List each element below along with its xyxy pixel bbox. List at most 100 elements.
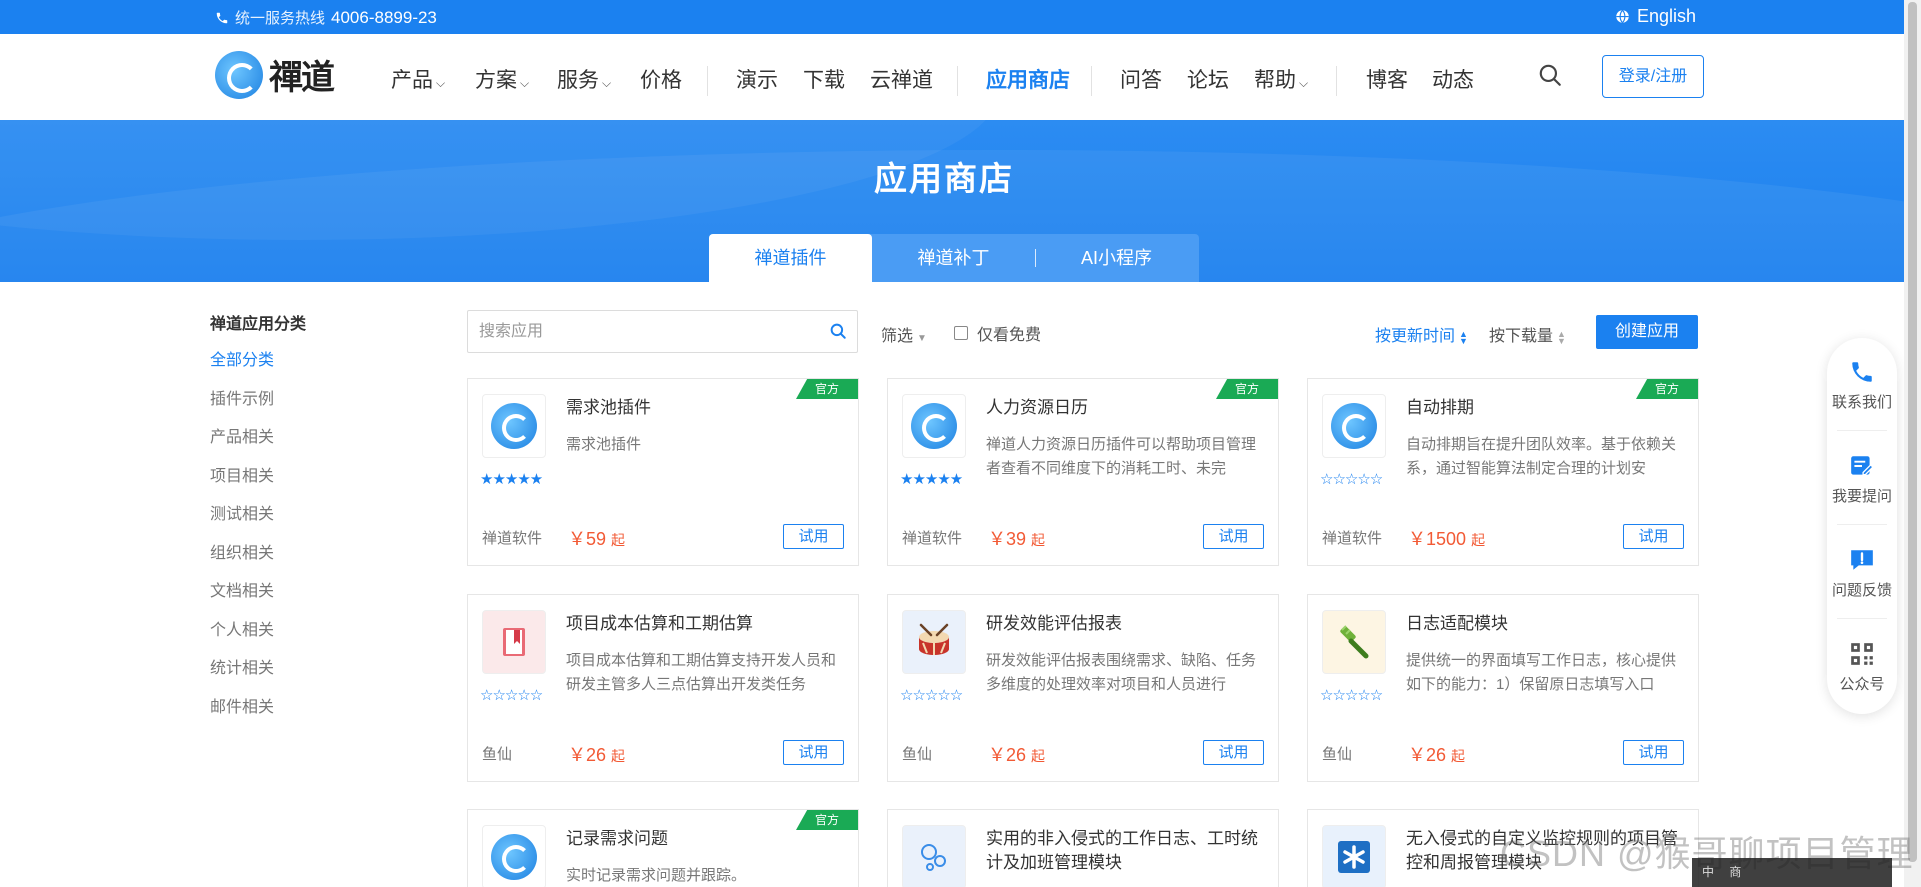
chevron-down-icon: ⌵: [1299, 76, 1309, 90]
nav-item-forum[interactable]: 论坛: [1187, 64, 1229, 94]
app-card[interactable]: ☆☆☆☆☆ 项目成本估算和工期估算 项目成本估算和工期估算支持开发人员和研发主管…: [467, 594, 859, 782]
caret-down-icon: ▼: [917, 333, 927, 344]
app-name[interactable]: 研发效能评估报表: [986, 612, 1266, 636]
try-button[interactable]: 试用: [1623, 740, 1684, 765]
app-author: 禅道软件: [1322, 530, 1383, 547]
app-icon: [902, 394, 966, 458]
app-name[interactable]: 实用的非入侵式的工作日志、工时统计及加班管理模块: [986, 827, 1266, 875]
sidebar-item-test[interactable]: 测试相关: [210, 505, 390, 544]
sort-by-downloads[interactable]: 按下载量 ▲ ▼: [1489, 322, 1567, 346]
app-name[interactable]: 人力资源日历: [986, 396, 1266, 420]
app-name[interactable]: 项目成本估算和工期估算: [566, 612, 846, 636]
ask-question-label: 我要提问: [1831, 488, 1892, 505]
app-description: 研发效能评估报表围绕需求、缺陷、任务多维度的处理效率对项目和人员进行: [986, 652, 1257, 693]
app-card[interactable]: ☆☆☆☆☆ 日志适配模块 提供统一的界面填写工作日志，核心提供如下的能力：1）保…: [1307, 594, 1699, 782]
app-card[interactable]: 官方 记录需求问题 实时记录需求问题并跟踪。: [467, 809, 859, 887]
page-scrollbar[interactable]: [1904, 0, 1921, 887]
asterisk-icon: [1338, 841, 1370, 873]
ime-toolbar[interactable]: 中 商: [1692, 858, 1892, 887]
contact-us-button[interactable]: 联系我们: [1827, 358, 1897, 412]
chevron-down-icon: ⌵: [520, 76, 530, 90]
login-register-button[interactable]: 登录/注册: [1602, 55, 1704, 98]
search-icon: [1539, 64, 1561, 86]
rating-stars: ★★★★★: [480, 471, 543, 488]
logo-text: 禪道: [269, 58, 335, 98]
tab-ai-apps[interactable]: AI小程序: [1035, 234, 1198, 282]
app-search-box: [467, 310, 858, 353]
sidebar-title: 禅道应用分类: [210, 316, 307, 333]
try-button[interactable]: 试用: [1623, 524, 1684, 549]
try-button[interactable]: 试用: [783, 524, 844, 549]
scrollbar-thumb[interactable]: [1908, 2, 1917, 862]
sidebar-item-product[interactable]: 产品相关: [210, 428, 390, 467]
app-description: 项目成本估算和工期估算支持开发人员和研发主管多人三点估算出开发类任务: [566, 652, 837, 693]
rating-stars: ☆☆☆☆☆: [480, 687, 543, 704]
nav-item-services[interactable]: 服务 ⌵: [557, 64, 611, 94]
sidebar-item-examples[interactable]: 插件示例: [210, 390, 390, 429]
nav-item-products[interactable]: 产品 ⌵: [391, 64, 445, 94]
app-author: 鱼仙: [1322, 746, 1353, 763]
app-card[interactable]: 官方 ★★★★★ 需求池插件 需求池插件 禅道软件 ￥59 起 试用: [467, 378, 859, 566]
app-card[interactable]: 实用的非入侵式的工作日志、工时统计及加班管理模块: [887, 809, 1279, 887]
app-icon: [1322, 610, 1386, 674]
nav-item-blog[interactable]: 博客: [1366, 64, 1408, 94]
search-icon[interactable]: [829, 322, 847, 345]
nav-item-qa[interactable]: 问答: [1120, 64, 1162, 94]
ask-question-button[interactable]: 我要提问: [1827, 452, 1897, 506]
free-only-toggle[interactable]: 仅看免费: [954, 321, 1041, 345]
app-card[interactable]: 官方 ☆☆☆☆☆ 自动排期 自动排期旨在提升团队效率。基于依赖关系，通过智能算法…: [1307, 378, 1699, 566]
hero-banner: 应用商店 禅道插件 禅道补丁 AI小程序: [0, 120, 1904, 282]
official-account-button[interactable]: 公众号: [1827, 640, 1897, 694]
app-name[interactable]: 记录需求问题: [566, 827, 846, 851]
nav-item-cloud[interactable]: 云禅道: [870, 64, 933, 94]
hotline-number[interactable]: 4006-8899-23: [331, 8, 437, 28]
tab-divider: [1035, 249, 1036, 267]
search-button[interactable]: [1537, 62, 1567, 92]
tab-patches[interactable]: 禅道补丁: [872, 234, 1035, 282]
phone-icon: [216, 12, 228, 23]
sidebar-item-mail[interactable]: 邮件相关: [210, 698, 390, 737]
app-author: 禅道软件: [482, 530, 543, 547]
chevron-down-icon: ⌵: [602, 76, 612, 90]
filter-dropdown[interactable]: 筛选 ▼: [881, 322, 927, 346]
language-switch[interactable]: English: [1615, 6, 1696, 27]
tab-plugins[interactable]: 禅道插件: [709, 234, 872, 282]
razor-icon: [1340, 625, 1369, 659]
feedback-button[interactable]: 问题反馈: [1827, 546, 1897, 600]
app-icon: [482, 610, 546, 674]
zentao-swirl-icon: [491, 834, 537, 880]
app-card[interactable]: 官方 ★★★★★ 人力资源日历 禅道人力资源日历插件可以帮助项目管理者查看不同维…: [887, 378, 1279, 566]
sidebar-item-personal[interactable]: 个人相关: [210, 621, 390, 660]
free-only-checkbox[interactable]: [954, 326, 968, 340]
sidebar-item-all[interactable]: 全部分类: [210, 351, 390, 390]
sidebar-item-organization[interactable]: 组织相关: [210, 544, 390, 583]
globe-icon: [1616, 9, 1629, 24]
zentao-logo[interactable]: 禪道: [215, 50, 335, 99]
nav-item-pricing[interactable]: 价格: [640, 64, 682, 94]
nav-item-demo[interactable]: 演示: [736, 64, 778, 94]
panel-divider: [1837, 524, 1887, 525]
nav-item-download[interactable]: 下载: [803, 64, 845, 94]
app-name[interactable]: 自动排期: [1406, 396, 1686, 420]
language-label: English: [1637, 6, 1697, 26]
nav-item-solutions[interactable]: 方案 ⌵: [475, 64, 529, 94]
create-app-button[interactable]: 创建应用: [1596, 315, 1698, 349]
try-button[interactable]: 试用: [783, 740, 844, 765]
sidebar-item-statistics[interactable]: 统计相关: [210, 659, 390, 698]
nav-item-app-store[interactable]: 应用商店: [986, 64, 1070, 94]
app-icon: [482, 394, 546, 458]
nav-item-help[interactable]: 帮助 ⌵: [1254, 64, 1308, 94]
rating-stars: ☆☆☆☆☆: [1320, 687, 1383, 704]
sort-by-update-time[interactable]: 按更新时间 ▲ ▼: [1375, 322, 1469, 346]
nav-item-news[interactable]: 动态: [1432, 64, 1474, 94]
app-card[interactable]: ☆☆☆☆☆ 研发效能评估报表 研发效能评估报表围绕需求、缺陷、任务多维度的处理效…: [887, 594, 1279, 782]
sidebar-item-project[interactable]: 项目相关: [210, 467, 390, 506]
nav-divider: [957, 66, 958, 96]
sidebar-item-document[interactable]: 文档相关: [210, 582, 390, 621]
try-button[interactable]: 试用: [1203, 524, 1264, 549]
app-name[interactable]: 需求池插件: [566, 396, 846, 420]
app-name[interactable]: 日志适配模块: [1406, 612, 1686, 636]
official-account-label: 公众号: [1839, 676, 1885, 693]
app-search-input[interactable]: [468, 311, 808, 352]
try-button[interactable]: 试用: [1203, 740, 1264, 765]
